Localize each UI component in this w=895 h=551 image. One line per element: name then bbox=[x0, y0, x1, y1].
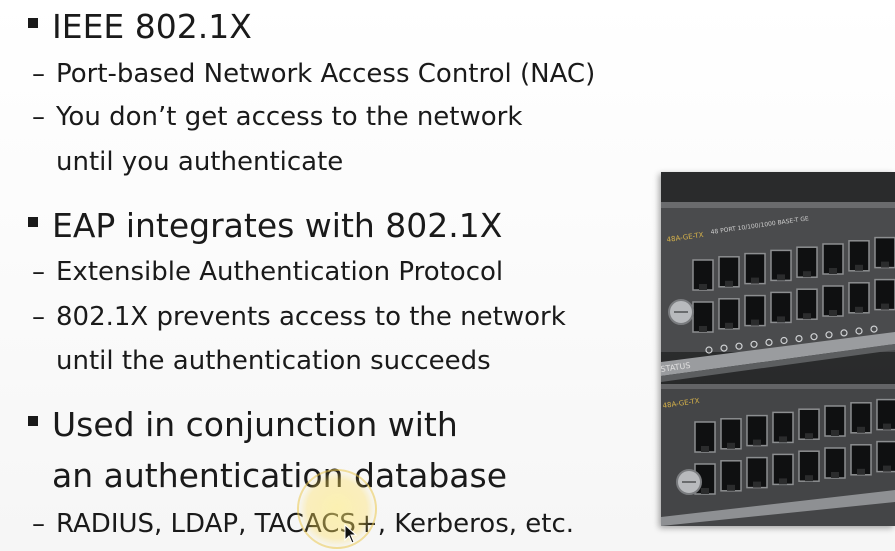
heading-text: an authentication database bbox=[52, 456, 508, 495]
section-heading-continuation: an authentication database bbox=[52, 459, 507, 492]
dash-bullet-icon: – bbox=[32, 302, 45, 332]
section-heading: EAP integrates with 802.1X bbox=[28, 206, 503, 245]
port-tab bbox=[727, 442, 735, 449]
sub-point-text: until you authenticate bbox=[56, 147, 344, 177]
sub-point: – 802.1X prevents access to the network bbox=[32, 302, 566, 332]
section-heading: IEEE 802.1X bbox=[28, 7, 252, 46]
sub-point-text: Extensible Authentication Protocol bbox=[56, 257, 504, 287]
square-bullet-icon bbox=[28, 416, 38, 426]
port-tab bbox=[831, 430, 839, 436]
port-tab bbox=[779, 478, 787, 485]
slide: IEEE 802.1X – Port-based Network Access … bbox=[0, 0, 895, 551]
port-tab bbox=[725, 280, 733, 287]
port-tab bbox=[803, 271, 811, 278]
network-switch-photo: 48A-GE-TX 48 PORT 10/100/1000 BASE-T GE … bbox=[661, 172, 895, 526]
heading-text: EAP integrates with 802.1X bbox=[52, 206, 503, 245]
port-tab bbox=[805, 433, 813, 440]
port-tab bbox=[751, 277, 759, 284]
port-tab bbox=[753, 481, 761, 488]
dash-bullet-icon: – bbox=[32, 257, 45, 287]
port-tab bbox=[881, 261, 889, 268]
network-switch-illustration: 48A-GE-TX 48 PORT 10/100/1000 BASE-T GE … bbox=[661, 172, 895, 526]
heading-text: IEEE 802.1X bbox=[52, 7, 252, 46]
port-tab bbox=[699, 326, 707, 332]
dash-bullet-icon: – bbox=[32, 102, 45, 132]
sub-point-continuation: until the authentication succeeds bbox=[56, 348, 491, 374]
square-bullet-icon bbox=[28, 217, 38, 227]
port-tab bbox=[857, 468, 865, 475]
sub-point-text: You don’t get access to the network bbox=[56, 102, 523, 132]
port-tab bbox=[883, 465, 891, 472]
cursor-highlight bbox=[297, 469, 377, 549]
port-tab bbox=[829, 268, 837, 274]
mouse-pointer-icon bbox=[344, 524, 358, 544]
sub-point: – Extensible Authentication Protocol bbox=[32, 257, 504, 287]
port-tab bbox=[699, 284, 707, 290]
port-tab bbox=[777, 274, 785, 281]
port-tab bbox=[701, 488, 709, 494]
sub-point-text: Port-based Network Access Control (NAC) bbox=[56, 59, 596, 89]
port-tab bbox=[751, 319, 759, 326]
section-heading: Used in conjunction with bbox=[28, 405, 458, 444]
port-tab bbox=[753, 439, 761, 446]
port-tab bbox=[881, 303, 889, 310]
port-tab bbox=[831, 472, 839, 478]
port-tab bbox=[805, 475, 813, 482]
dash-bullet-icon: – bbox=[32, 509, 45, 539]
dash-bullet-icon: – bbox=[32, 59, 45, 89]
sub-point-continuation: until you authenticate bbox=[56, 149, 343, 175]
square-bullet-icon bbox=[28, 18, 38, 28]
port-tab bbox=[829, 310, 837, 316]
sub-point: – You don’t get access to the network bbox=[32, 102, 523, 132]
heading-text: Used in conjunction with bbox=[52, 405, 458, 444]
port-tab bbox=[855, 306, 863, 313]
port-tab bbox=[725, 322, 733, 329]
port-tab bbox=[777, 316, 785, 323]
port-tab bbox=[857, 426, 865, 433]
sub-point: – Port-based Network Access Control (NAC… bbox=[32, 59, 596, 89]
port-tab bbox=[803, 313, 811, 320]
sub-point-text: until the authentication succeeds bbox=[56, 346, 491, 376]
sub-point-text: 802.1X prevents access to the network bbox=[56, 302, 566, 332]
port-tab bbox=[727, 484, 735, 491]
port-tab bbox=[701, 446, 709, 452]
port-tab bbox=[779, 436, 787, 443]
port-tab bbox=[883, 423, 891, 430]
port-tab bbox=[855, 264, 863, 271]
